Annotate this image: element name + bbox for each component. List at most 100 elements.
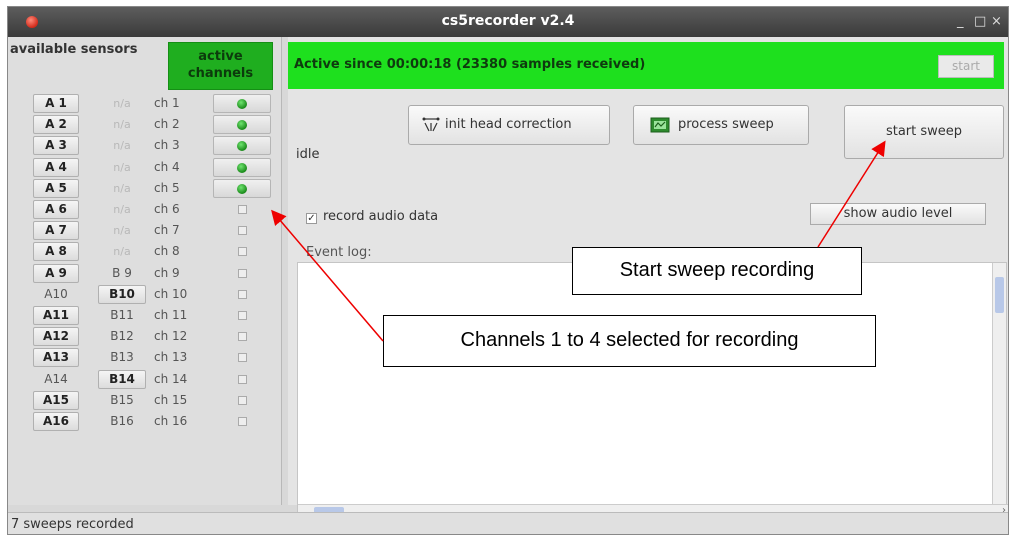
channel-label: ch 3	[154, 138, 180, 153]
channel-label: ch 12	[154, 329, 188, 344]
sensor-b-button[interactable]: B10	[98, 284, 146, 304]
sensor-b-button[interactable]: B12	[98, 327, 146, 346]
channel-checkbox[interactable]	[238, 395, 247, 405]
sensor-a-button[interactable]: A 7	[33, 221, 79, 241]
channel-checkbox[interactable]	[238, 247, 247, 257]
channel-toggle-button[interactable]	[213, 157, 271, 177]
active-led-icon	[237, 162, 247, 173]
sensor-row: A 2 n/a ch 2	[8, 114, 282, 135]
channel-checkbox[interactable]	[238, 417, 247, 426]
channel-label: ch 15	[154, 392, 188, 407]
init-head-correction-label: init head correction	[445, 117, 572, 132]
active-channels-header[interactable]: active channels	[168, 42, 273, 90]
title-bar: cs5recorder v2.4 _ □ ×	[8, 7, 1008, 37]
channel-checkbox[interactable]	[238, 268, 247, 278]
sensor-b-button: n/a	[113, 97, 131, 110]
sensor-b-button[interactable]: B13	[98, 348, 146, 367]
channel-toggle-button[interactable]	[213, 115, 271, 135]
sensor-row: A15 B15 ch 15	[8, 390, 282, 411]
record-audio-label: record audio data	[323, 209, 439, 224]
channel-label: ch 10	[154, 286, 188, 301]
sensor-row: A16 B16 ch 16	[8, 411, 282, 432]
sensor-row: A 8 n/a ch 8	[8, 241, 282, 262]
status-footer: 7 sweeps recorded	[8, 512, 1008, 534]
sensor-a-button[interactable]: A10	[33, 285, 79, 304]
sensor-a-button[interactable]: A 2	[33, 115, 79, 135]
state-label: idle	[296, 147, 320, 162]
start-button[interactable]: start	[938, 55, 994, 78]
channel-label: ch 5	[154, 180, 180, 195]
sensor-row: A 7 n/a ch 7	[8, 220, 282, 241]
sensor-b-button: n/a	[113, 160, 131, 174]
sensor-b-button: n/a	[113, 181, 131, 195]
checkbox-check-icon[interactable]: ✓	[306, 213, 317, 224]
sweeps-recorded-status: 7 sweeps recorded	[11, 517, 134, 532]
channel-checkbox[interactable]	[238, 289, 247, 299]
vertical-scrollbar[interactable]	[992, 263, 1006, 518]
sensor-b-button[interactable]: B14	[98, 369, 146, 389]
sensor-b-button: n/a	[113, 224, 131, 238]
close-icon[interactable]: ×	[991, 14, 1002, 29]
channel-label: ch 6	[154, 202, 180, 216]
sensor-a-button[interactable]: A 3	[33, 136, 79, 156]
sensor-a-button[interactable]: A 6	[33, 200, 79, 219]
record-audio-checkbox[interactable]: ✓ record audio data	[306, 209, 438, 224]
start-sweep-label: start sweep	[885, 124, 963, 139]
channel-toggle-button[interactable]	[213, 178, 271, 198]
channel-label: ch 9	[154, 265, 180, 280]
sensor-a-button[interactable]: A 4	[33, 157, 79, 177]
channel-checkbox[interactable]	[238, 332, 247, 342]
sensor-b-button: n/a	[113, 139, 131, 153]
channel-label: ch 13	[154, 350, 188, 365]
active-status-bar: Active since 00:00:18 (23380 samples rec…	[288, 42, 1004, 89]
sensor-row: A13 B13 ch 13	[8, 347, 282, 368]
sensor-b-button: n/a	[113, 118, 131, 132]
sensor-row: A12 B12 ch 12	[8, 326, 282, 347]
init-head-correction-button[interactable]: init head correction	[408, 105, 610, 145]
sensor-b-button[interactable]: B 9	[98, 264, 146, 283]
sensor-row: A14 B14 ch 14	[8, 369, 282, 390]
sensor-a-button[interactable]: A 9	[33, 263, 79, 283]
sensor-a-button[interactable]: A12	[33, 327, 79, 347]
sensor-row: A11 B11 ch 11	[8, 305, 282, 326]
active-status-text: Active since 00:00:18 (23380 samples rec…	[294, 57, 646, 72]
event-log[interactable]: ›	[297, 262, 1008, 519]
channel-checkbox[interactable]	[238, 311, 247, 320]
process-sweep-label: process sweep	[678, 117, 774, 132]
sensor-a-button[interactable]: A 1	[33, 94, 79, 113]
channel-checkbox[interactable]	[238, 226, 247, 236]
sensor-b-button[interactable]: B16	[98, 412, 146, 431]
channel-label: ch 14	[154, 371, 188, 386]
active-led-icon	[237, 141, 247, 152]
sensor-row: A 6 n/a ch 6	[8, 199, 282, 220]
process-sweep-button[interactable]: process sweep	[633, 105, 809, 145]
sensor-b-button[interactable]: B11	[98, 306, 146, 325]
sensor-a-button[interactable]: A14	[33, 370, 79, 389]
process-sweep-icon	[650, 117, 670, 133]
sensor-row: A 9 B 9 ch 9	[8, 263, 282, 284]
sensor-row: A 5 n/a ch 5	[8, 178, 282, 199]
channel-toggle-button[interactable]	[213, 136, 271, 156]
sensor-a-button[interactable]: A 8	[33, 242, 79, 262]
sensor-row: A 4 n/a ch 4	[8, 157, 282, 178]
scroll-thumb[interactable]	[995, 277, 1004, 313]
show-audio-level-button[interactable]: show audio level	[810, 203, 986, 225]
sensor-b-button[interactable]: B15	[98, 391, 146, 410]
active-led-icon	[237, 99, 247, 109]
minimize-icon[interactable]: _	[957, 14, 964, 29]
sensor-a-button[interactable]: A 5	[33, 178, 79, 198]
channel-checkbox[interactable]	[238, 374, 247, 384]
sensor-a-button[interactable]: A13	[33, 348, 79, 368]
event-log-label: Event log:	[306, 245, 372, 260]
start-sweep-button[interactable]: start sweep	[844, 105, 1004, 159]
sensor-a-button[interactable]: A15	[33, 390, 79, 410]
channel-label: ch 16	[154, 414, 188, 428]
sensor-a-button[interactable]: A11	[33, 306, 79, 325]
sensor-a-button[interactable]: A16	[33, 412, 79, 431]
maximize-icon[interactable]: □	[974, 14, 986, 29]
channel-label: ch 2	[154, 117, 180, 132]
channel-checkbox[interactable]	[238, 205, 247, 214]
channel-checkbox[interactable]	[238, 353, 247, 363]
channel-toggle-button[interactable]	[213, 94, 271, 113]
window-title: cs5recorder v2.4	[441, 13, 575, 29]
